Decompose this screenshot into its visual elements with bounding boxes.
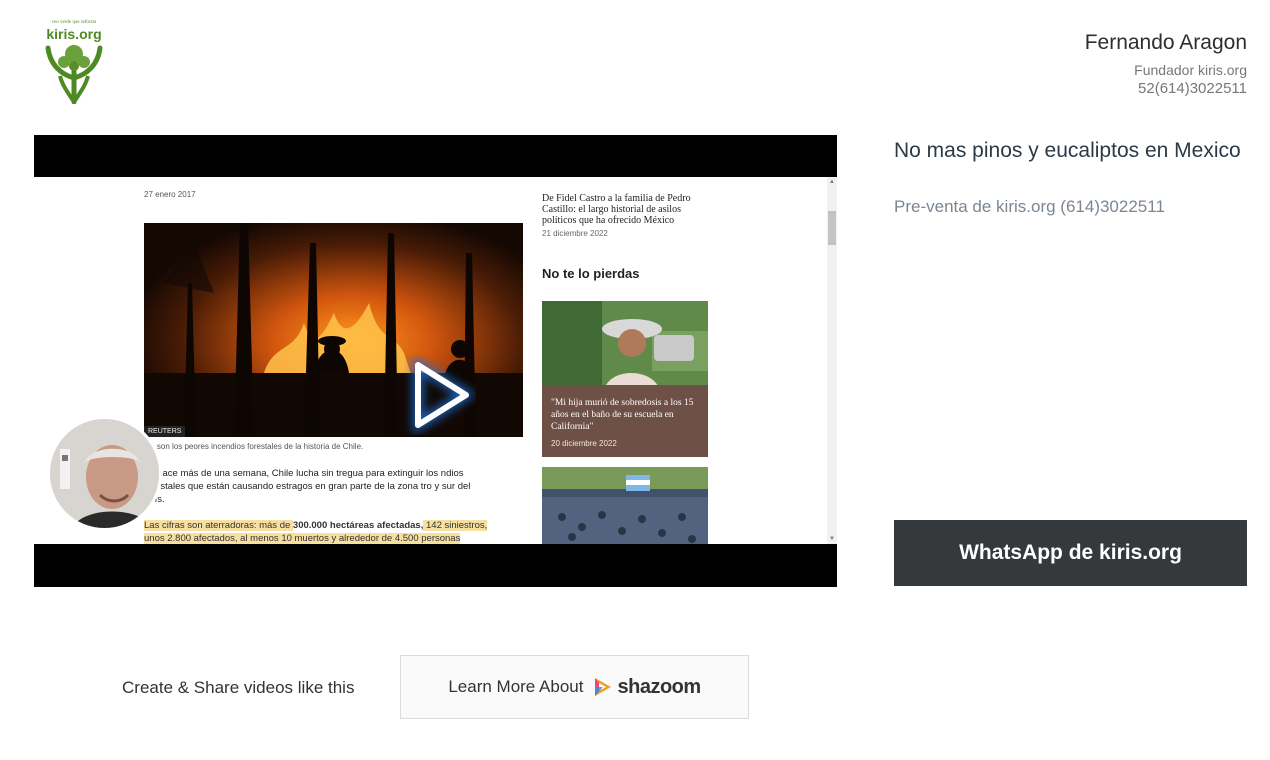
logo-tagline: ceo verde que reforsta: [51, 20, 97, 25]
crowd-image: [542, 467, 708, 544]
news-card-title: "Mi hija murió de sobredosis a los 15 añ…: [551, 398, 694, 432]
shazoom-wordmark: shazoom: [617, 675, 701, 698]
sidebar-headline[interactable]: De Fidel Castro a la familia de Pedro Ca…: [542, 193, 717, 226]
subtitle: Pre-venta de kiris.org (614)3022511: [894, 197, 1165, 216]
article-body: de hace más de una semana, Chile lucha s…: [144, 468, 471, 505]
presenter-webcam: [47, 416, 162, 531]
news-card-image: [542, 301, 708, 457]
video-player[interactable]: 27 enero 2017 REUTERS tos son los peores…: [34, 135, 837, 587]
shazoom-logo: shazoom: [593, 675, 701, 699]
create-share-text: Create & Share videos like this: [122, 678, 355, 697]
scroll-up-icon[interactable]: ▲: [829, 179, 835, 185]
sidebar-section-title: No te lo pierdas: [542, 266, 640, 281]
page-title: No mas pinos y eucaliptos en Mexico: [894, 139, 1241, 162]
whatsapp-button[interactable]: WhatsApp de kiris.org: [894, 520, 1247, 586]
photo-caption: tos son los peores incendios forestales …: [144, 442, 364, 451]
photo-credit: REUTERS: [144, 426, 186, 437]
play-icon[interactable]: [404, 355, 476, 435]
scrollbar[interactable]: ▲ ▼: [827, 177, 837, 544]
article-highlight: Las cifras son aterradoras: más de 300.0…: [144, 519, 494, 544]
shazoom-icon: [595, 678, 612, 696]
news-card-2[interactable]: [542, 467, 708, 544]
contact-name: Fernando Aragon: [1084, 31, 1247, 54]
highlight-bold: 300.000 hectáreas afectadas,: [292, 520, 424, 531]
learn-more-button[interactable]: Learn More About shazoom: [400, 655, 749, 719]
contact-role: Fundador kiris.org: [1134, 62, 1247, 78]
news-card[interactable]: "Mi hija murió de sobredosis a los 15 añ…: [542, 301, 708, 457]
sidebar-headline-date: 21 diciembre 2022: [542, 229, 608, 238]
learn-more-label: Learn More About: [448, 677, 584, 696]
tree-person-icon: [45, 45, 103, 104]
scroll-down-icon[interactable]: ▼: [829, 536, 835, 542]
contact-card: Fernando Aragon Fundador kiris.org 52(61…: [1085, 30, 1247, 99]
contact-phone: 52(614)3022511: [1138, 80, 1247, 97]
kiris-logo: ceo verde que reforsta kiris.org: [40, 18, 108, 106]
news-card-date: 20 diciembre 2022: [551, 439, 617, 448]
scroll-thumb[interactable]: [828, 211, 836, 245]
article-date: 27 enero 2017: [144, 190, 196, 199]
highlight-pre: Las cifras son aterradoras: más de: [144, 520, 293, 531]
